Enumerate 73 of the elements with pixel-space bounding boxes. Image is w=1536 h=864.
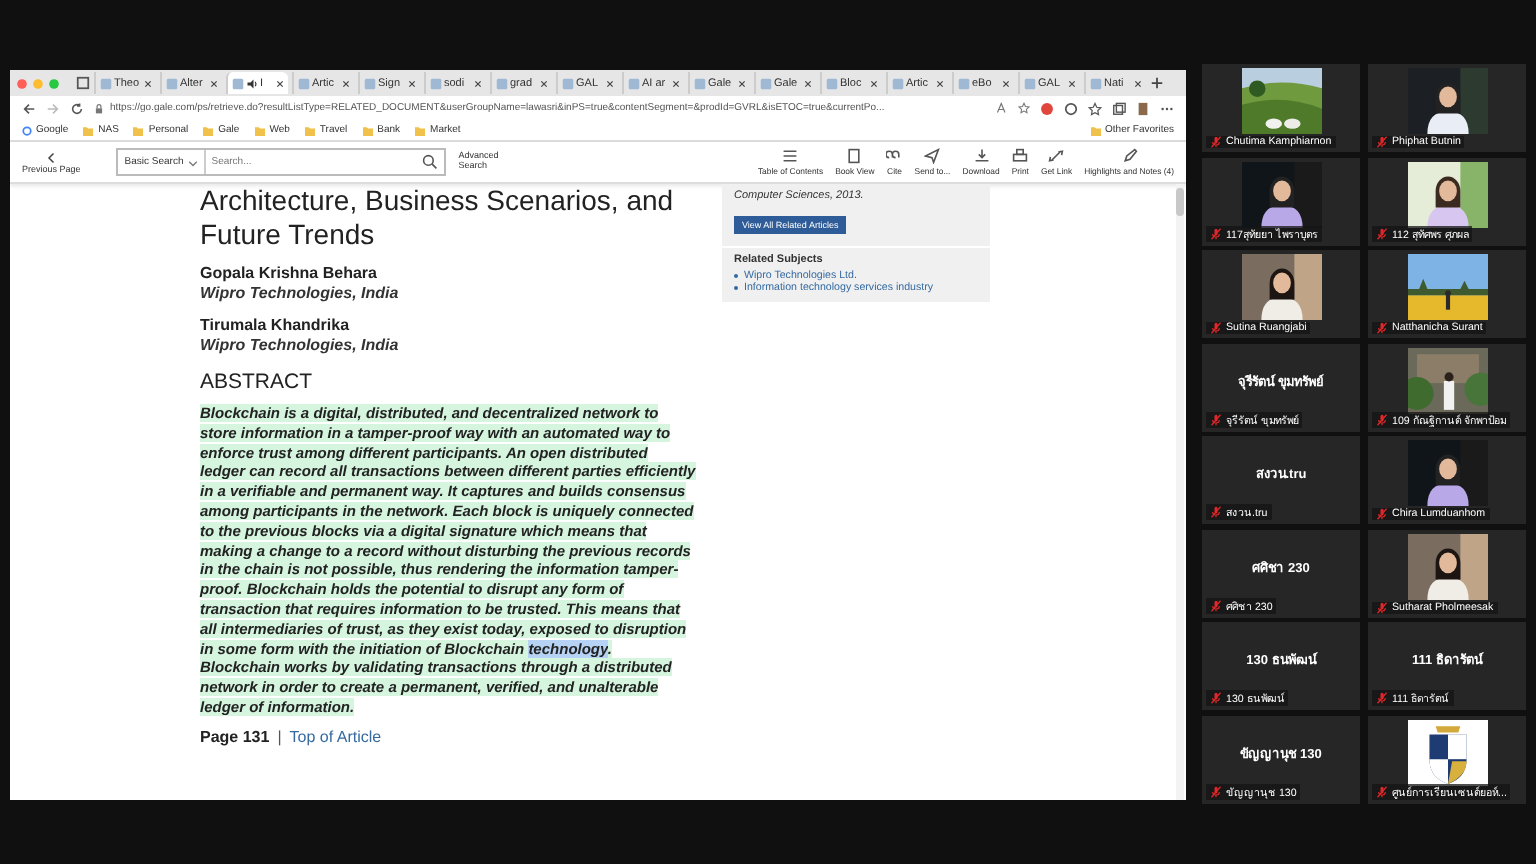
close-icon[interactable] (936, 79, 944, 87)
page-icon (232, 77, 244, 89)
refresh-icon[interactable] (70, 101, 84, 115)
scrollbar[interactable] (1176, 184, 1184, 800)
close-icon[interactable] (738, 79, 746, 87)
close-icon[interactable] (540, 79, 548, 87)
close-icon[interactable] (144, 79, 152, 87)
toc-icon (782, 148, 799, 164)
top-of-article-link[interactable]: Top of Article (289, 727, 382, 746)
close-icon[interactable] (210, 79, 218, 87)
folder-icon (202, 125, 215, 135)
page-icon (628, 77, 640, 89)
close-icon[interactable] (408, 79, 416, 87)
page-icon (100, 77, 112, 89)
close-icon[interactable] (342, 79, 350, 87)
page-icon (430, 77, 442, 89)
book-icon (846, 148, 863, 164)
close-icon[interactable] (1068, 79, 1076, 87)
send-icon (924, 148, 941, 164)
page-icon (892, 77, 904, 89)
page-icon (958, 77, 970, 89)
author-affiliation: Wipro Technologies, India (200, 336, 401, 356)
link-icon (1048, 148, 1065, 164)
folder-icon (132, 125, 145, 135)
folder-icon (253, 125, 266, 135)
page-icon (562, 77, 574, 89)
print-icon (1012, 148, 1029, 164)
close-icon[interactable] (672, 79, 680, 87)
folder-icon (82, 125, 95, 135)
article-title: Future Trends (200, 218, 377, 252)
author-name: Tirumala Khandrika (200, 316, 352, 336)
page-icon (166, 77, 178, 89)
tab-actions-icon[interactable] (76, 76, 90, 90)
new-tab-icon[interactable] (1150, 76, 1164, 90)
folder-icon (303, 125, 316, 135)
close-icon[interactable] (870, 79, 878, 87)
read-aloud-icon[interactable] (996, 102, 1008, 114)
page-icon (496, 77, 508, 89)
quote-icon (886, 148, 903, 164)
author-name: Gopala Krishna Behara (200, 264, 379, 284)
page-icon (694, 77, 706, 89)
page-icon (1024, 77, 1036, 89)
page-icon (760, 77, 772, 89)
google-icon (22, 125, 32, 135)
separator: | (277, 727, 282, 746)
page-number: Page 131 (200, 727, 270, 746)
folder-icon (414, 125, 427, 135)
folder-icon (1089, 125, 1102, 135)
close-icon[interactable] (474, 79, 482, 87)
lock-icon (94, 103, 104, 113)
author-affiliation: Wipro Technologies, India (200, 284, 401, 304)
article-title: Architecture, Business Scenarios, and (200, 184, 676, 218)
close-icon[interactable] (276, 79, 284, 87)
page-icon (364, 77, 376, 89)
page-icon (826, 77, 838, 89)
pen-icon (1121, 148, 1138, 164)
download-icon (973, 148, 990, 164)
close-icon[interactable] (804, 79, 812, 87)
back-icon[interactable] (22, 101, 36, 115)
search-icon[interactable] (422, 154, 439, 170)
section-heading: ABSTRACT (200, 370, 315, 394)
close-icon[interactable] (1002, 79, 1010, 87)
folder-icon (361, 125, 374, 135)
page-icon (298, 77, 310, 89)
collections-icon[interactable] (1112, 101, 1126, 115)
favorites-icon[interactable] (1088, 101, 1102, 115)
close-icon[interactable] (606, 79, 614, 87)
page-icon (1090, 77, 1102, 89)
chevron-left-icon (45, 151, 58, 163)
close-icon[interactable] (1134, 79, 1142, 87)
caret-icon (187, 157, 198, 167)
speaker-icon[interactable] (246, 77, 258, 89)
star-icon[interactable] (1018, 102, 1030, 114)
